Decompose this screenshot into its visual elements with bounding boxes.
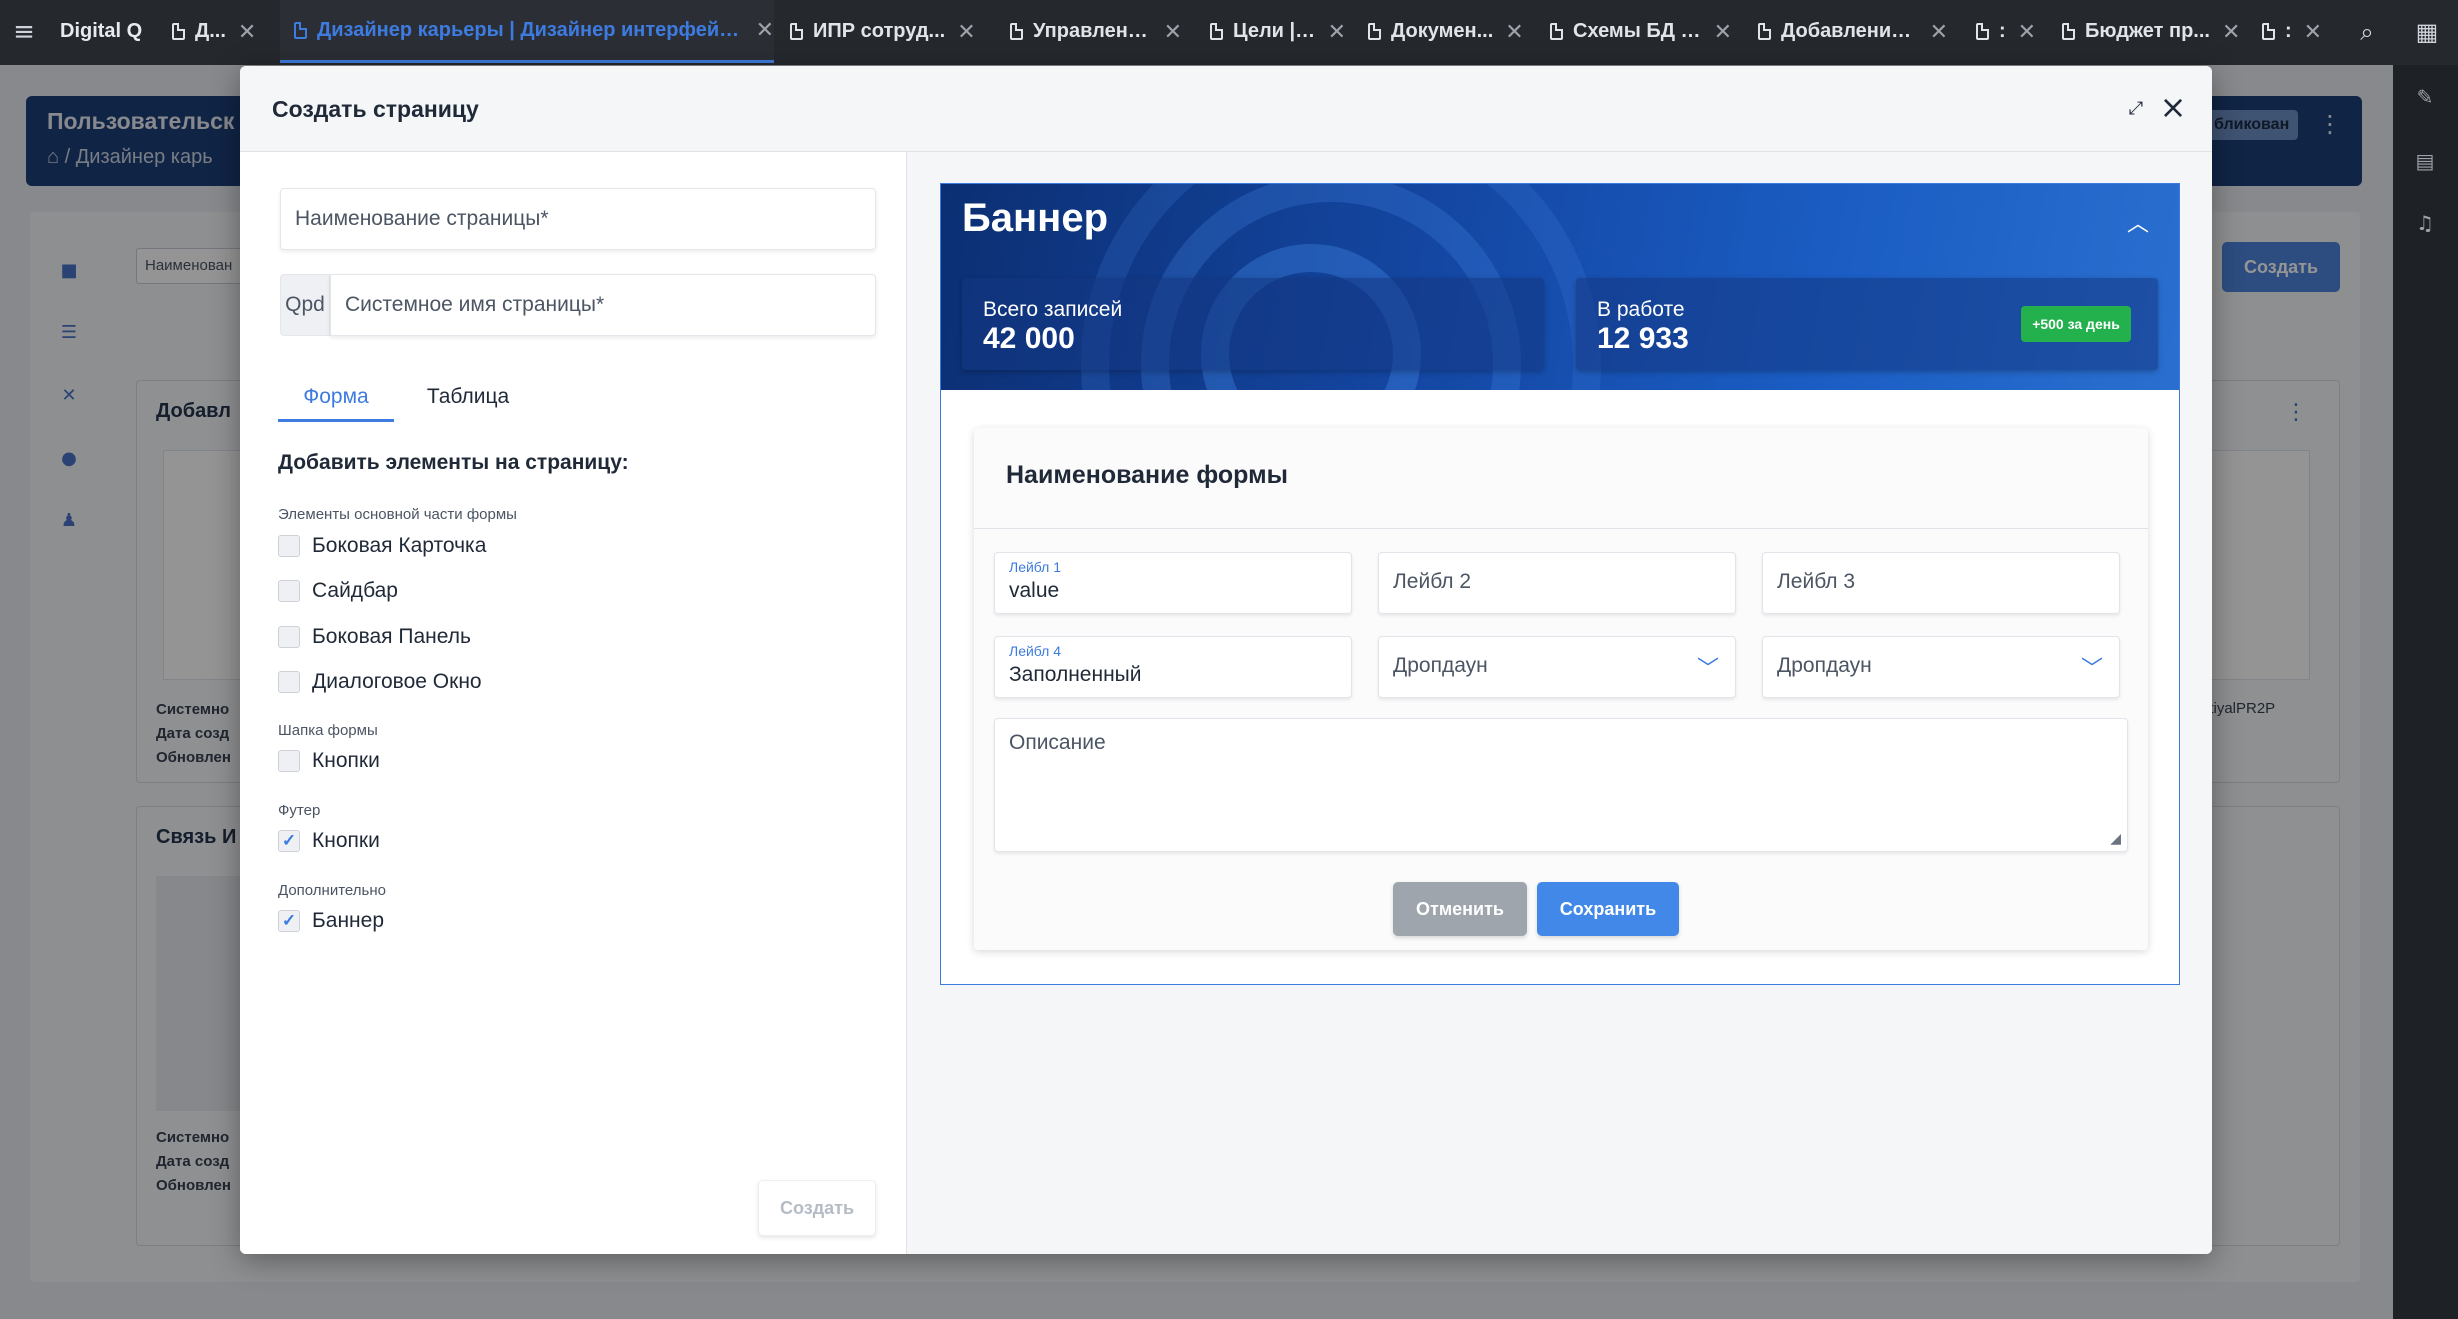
divider <box>974 528 2148 529</box>
close-tab-icon[interactable]: ✕ <box>2304 19 2322 45</box>
close-tab-icon[interactable]: ✕ <box>1714 19 1732 45</box>
checkbox-side-panel[interactable]: Боковая Панель <box>278 622 471 652</box>
close-icon[interactable]: × <box>2158 91 2188 123</box>
document-icon <box>172 23 185 40</box>
create-page-modal: Создать страницу ⤢ × Наименование страни… <box>240 66 2212 1254</box>
field-2[interactable]: Лейбл 2 <box>1378 552 1736 614</box>
group-title: Элементы основной части формы <box>278 506 517 523</box>
checkbox-header-buttons[interactable]: Кнопки <box>278 746 380 776</box>
system-name-prefix: Qpd <box>280 274 330 336</box>
calendar-icon[interactable]: ▤ <box>2408 144 2442 178</box>
close-tab-icon[interactable]: ✕ <box>1328 19 1346 45</box>
chevron-down-icon: ﹀ <box>2080 656 2103 681</box>
field-3[interactable]: Лейбл 3 <box>1762 552 2120 614</box>
tab-table[interactable]: Таблица <box>410 372 526 422</box>
document-icon <box>1368 23 1381 40</box>
checkbox[interactable] <box>278 626 300 648</box>
resize-handle-icon[interactable]: ◢ <box>2110 830 2121 847</box>
cancel-button[interactable]: Отменить <box>1393 882 1527 936</box>
tab-5[interactable]: Докумен... ✕ <box>1368 0 1526 63</box>
apps-grid-icon[interactable]: ▦ <box>2412 17 2442 47</box>
menu-icon[interactable]: ≡ <box>10 18 38 46</box>
close-tab-icon[interactable]: ✕ <box>1930 19 1948 45</box>
chevron-down-icon: ﹀ <box>1696 656 1719 681</box>
checkbox[interactable] <box>278 671 300 693</box>
document-icon <box>1210 23 1223 40</box>
chevron-up-icon[interactable]: ︿ <box>2127 206 2149 238</box>
close-tab-icon[interactable]: ✕ <box>238 19 256 45</box>
create-button[interactable]: Создать <box>758 1180 876 1236</box>
group-title: Футер <box>278 802 321 819</box>
tab-9[interactable]: Бюджет пр... ✕ <box>2062 0 2244 63</box>
tab-2[interactable]: ИПР сотруд... ✕ <box>790 0 985 63</box>
description-textarea[interactable]: Описание ◢ <box>994 718 2128 852</box>
document-icon <box>2062 23 2075 40</box>
tab-7[interactable]: Добавление... ✕ <box>1758 0 1948 63</box>
close-tab-icon[interactable]: ✕ <box>756 17 774 43</box>
field-1[interactable]: Лейбл 1 value <box>994 552 1352 614</box>
user-edit-icon[interactable]: ✎ <box>2408 80 2442 114</box>
checkbox-side-card[interactable]: Боковая Карточка <box>278 531 486 561</box>
save-button[interactable]: Сохранить <box>1537 882 1679 936</box>
close-tab-icon[interactable]: ✕ <box>2222 19 2240 45</box>
modal-header <box>240 66 2212 152</box>
tab-3[interactable]: Управлени... ✕ <box>1010 0 1182 63</box>
search-icon[interactable]: ⌕ <box>2352 17 2382 47</box>
banner-title: Баннер <box>962 196 1108 240</box>
document-icon <box>2262 23 2275 40</box>
document-icon <box>1976 23 1989 40</box>
form-title: Наименование формы <box>1006 461 1288 489</box>
tab-10[interactable]: : ✕ <box>2262 0 2330 63</box>
tab-6[interactable]: Схемы БД в... ✕ <box>1550 0 1732 63</box>
add-elements-title: Добавить элементы на страницу: <box>278 451 629 474</box>
document-icon <box>294 21 307 39</box>
bell-icon[interactable]: ♫ <box>2408 206 2442 240</box>
field-4[interactable]: Лейбл 4 Заполненный <box>994 636 1352 698</box>
close-tab-icon[interactable]: ✕ <box>1164 19 1182 45</box>
checkbox-checked[interactable]: ✓ <box>278 910 300 932</box>
checkbox[interactable] <box>278 750 300 772</box>
checkbox-banner[interactable]: ✓ Баннер <box>278 906 384 936</box>
checkbox-sidebar[interactable]: Сайдбар <box>278 576 398 606</box>
document-icon <box>790 23 803 40</box>
dropdown-2[interactable]: Дропдаун ﹀ <box>1762 636 2120 698</box>
group-title: Шапка формы <box>278 722 378 739</box>
modal-title: Создать страницу <box>272 96 479 122</box>
document-icon <box>1550 23 1563 40</box>
expand-icon[interactable]: ⤢ <box>2126 99 2146 119</box>
tab-4[interactable]: Цели | ... ✕ <box>1210 0 1346 63</box>
system-name-input[interactable]: Системное имя страницы* <box>330 274 876 336</box>
checkbox-checked[interactable]: ✓ <box>278 830 300 852</box>
close-tab-icon[interactable]: ✕ <box>2018 19 2036 45</box>
checkbox[interactable] <box>278 580 300 602</box>
document-icon <box>1758 23 1771 40</box>
status-badge: +500 за день <box>2021 306 2131 342</box>
dropdown-1[interactable]: Дропдаун ﹀ <box>1378 636 1736 698</box>
close-tab-icon[interactable]: ✕ <box>957 19 975 45</box>
stat-card-total: Всего записей 42 000 <box>962 278 1544 370</box>
document-icon <box>1010 23 1023 40</box>
tab-8[interactable]: : ✕ <box>1976 0 2036 63</box>
checkbox[interactable] <box>278 535 300 557</box>
page-name-input[interactable]: Наименование страницы* <box>280 188 876 250</box>
right-rail <box>2393 65 2458 1319</box>
brand-label[interactable]: Digital Q <box>60 0 142 63</box>
close-tab-icon[interactable]: ✕ <box>1505 19 1523 45</box>
tab-1[interactable]: Дизайнер карьеры | Дизайнер интерфейсов ✕ <box>280 0 774 63</box>
tab-0[interactable]: Д... ✕ <box>172 0 280 63</box>
tab-form[interactable]: Форма <box>278 372 394 422</box>
checkbox-footer-buttons[interactable]: ✓ Кнопки <box>278 826 380 856</box>
group-title: Дополнительно <box>278 882 386 899</box>
checkbox-dialog[interactable]: Диалоговое Окно <box>278 667 482 697</box>
